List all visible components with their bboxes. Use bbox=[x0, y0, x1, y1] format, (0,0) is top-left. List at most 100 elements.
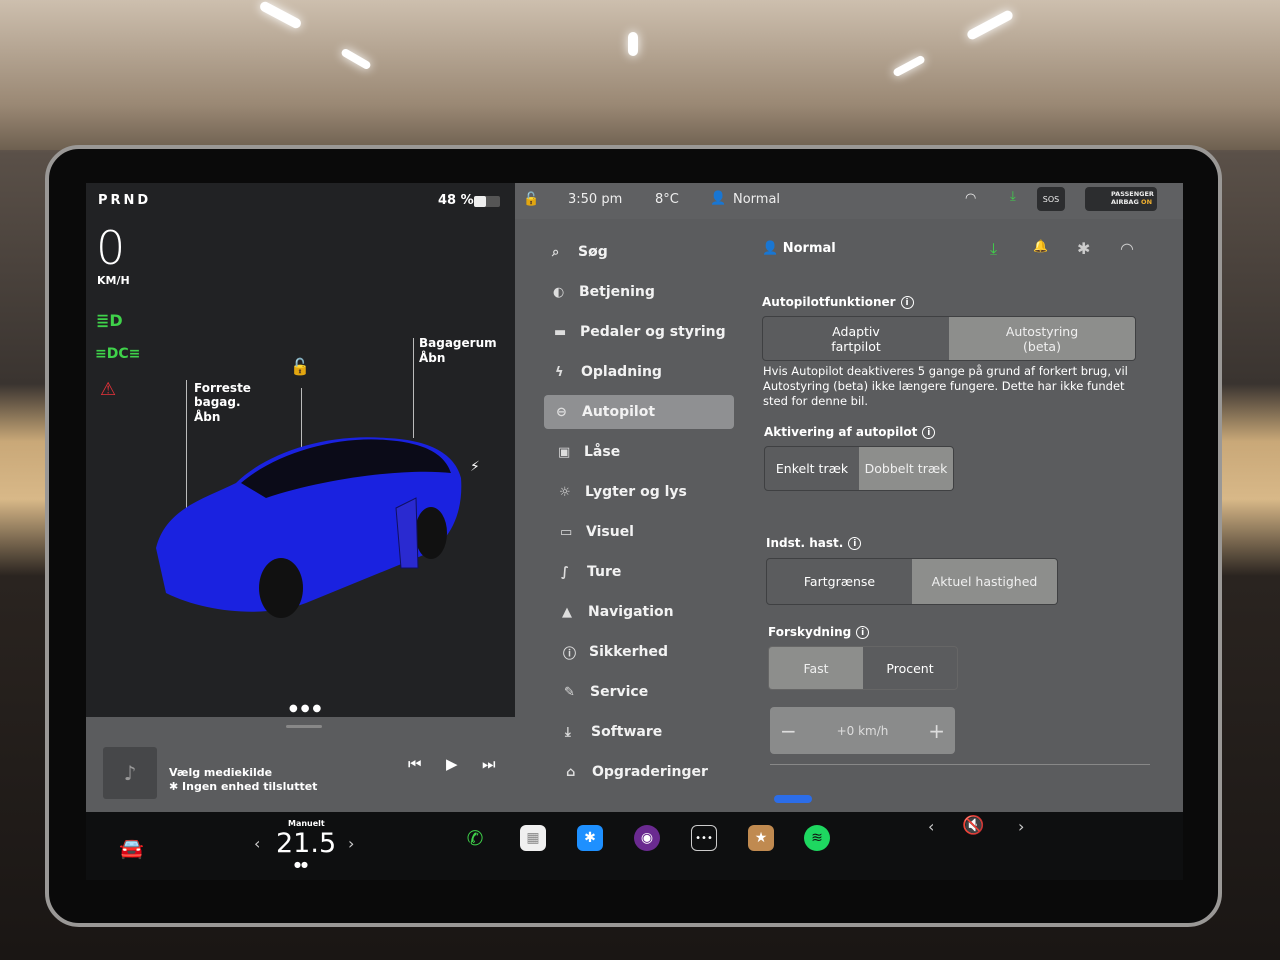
download-icon[interactable]: ⤓ bbox=[990, 239, 997, 259]
frunk-open-button[interactable]: Åbn bbox=[194, 410, 220, 424]
menu-item-pedaler-og-styring[interactable]: ▬ Pedaler og styring bbox=[542, 315, 732, 349]
climate-mode: Manuelt bbox=[288, 819, 325, 828]
volume-up-button[interactable]: › bbox=[1018, 817, 1024, 836]
speed-option[interactable]: Aktuel hastighed bbox=[912, 559, 1057, 604]
info-icon[interactable]: i bbox=[856, 626, 870, 639]
heading-text: Autopilotfunktioner bbox=[762, 295, 896, 309]
menu-item-søg[interactable]: ⌕ Søg bbox=[540, 235, 730, 269]
previous-track-icon[interactable]: ⏮ bbox=[408, 755, 422, 773]
spotify-icon[interactable]: ≋ bbox=[804, 825, 830, 851]
profile-name[interactable]: Normal bbox=[733, 192, 780, 207]
menu-item-label: Pedaler og styring bbox=[580, 324, 726, 340]
bluetooth-icon[interactable]: ✱ bbox=[1077, 239, 1090, 258]
autopilot-features-selector: Adaptiv fartpilot Autostyring (beta) bbox=[762, 316, 1136, 361]
calendar-icon[interactable]: ▦ bbox=[520, 825, 546, 851]
play-icon[interactable]: ▶ bbox=[446, 755, 458, 773]
airbag-line1: PASSENGER bbox=[1111, 190, 1154, 198]
heading-text: Aktivering af autopilot bbox=[764, 425, 918, 439]
menu-item-service[interactable]: ✎ Service bbox=[552, 675, 742, 709]
trunk-leader-line bbox=[413, 338, 414, 438]
features-option[interactable]: Autostyring (beta) bbox=[949, 317, 1135, 360]
download-icon[interactable]: ⤓ bbox=[1010, 189, 1016, 204]
sos-button[interactable]: SOS bbox=[1037, 187, 1065, 211]
offset-type-selector: Fast Procent bbox=[768, 646, 958, 690]
unlock-icon[interactable]: 🔓 bbox=[290, 357, 310, 376]
autopilot-features-heading: Autopilotfunktioner i bbox=[762, 295, 914, 309]
wifi-icon[interactable]: ◠ bbox=[1120, 239, 1134, 258]
profile-icon[interactable]: 👤 bbox=[710, 191, 726, 206]
wrench-icon: ✎ bbox=[564, 684, 575, 700]
seat-heater-icon[interactable]: ●● bbox=[294, 860, 308, 869]
autopilot-activation-heading: Aktivering af autopilot i bbox=[764, 425, 936, 439]
lock-status-icon[interactable]: 🔓 bbox=[523, 192, 539, 207]
toybox-icon[interactable]: ★ bbox=[748, 825, 774, 851]
heading-text: Forskydning bbox=[768, 625, 852, 639]
more-apps-icon[interactable]: ••• bbox=[691, 825, 717, 851]
toggle-switch[interactable] bbox=[774, 795, 812, 803]
page-dots[interactable]: ●●● bbox=[289, 703, 324, 714]
status-bar: 🔓 3:50 pm 8°C 👤 Normal ◠ ⤓ SOS PASSENGER… bbox=[515, 183, 1183, 219]
activation-option[interactable]: Dobbelt træk bbox=[859, 447, 953, 490]
lock-icon: ▣ bbox=[558, 444, 571, 460]
menu-item-låse[interactable]: ▣ Låse bbox=[546, 435, 736, 469]
menu-item-label: Ture bbox=[587, 564, 622, 580]
bluetooth-app-icon[interactable]: ✱ bbox=[577, 825, 603, 851]
music-note-icon[interactable]: ♪ bbox=[103, 747, 157, 799]
camera-app-icon[interactable]: ◉ bbox=[634, 825, 660, 851]
decrease-button[interactable]: − bbox=[780, 719, 797, 743]
menu-item-software[interactable]: ⤓ Software bbox=[553, 715, 743, 749]
menu-item-label: Lygter og lys bbox=[585, 484, 687, 500]
divider bbox=[770, 764, 1150, 765]
offset-option[interactable]: Fast bbox=[769, 647, 863, 689]
panel-profile[interactable]: 👤 Normal bbox=[762, 241, 836, 256]
menu-item-label: Software bbox=[591, 724, 663, 740]
menu-item-opgraderinger[interactable]: ⌂ Opgraderinger bbox=[554, 755, 744, 789]
increase-button[interactable]: + bbox=[928, 719, 945, 743]
charge-port-icon[interactable]: ⚡ bbox=[470, 459, 480, 475]
drag-handle[interactable] bbox=[286, 725, 322, 728]
menu-item-label: Opgraderinger bbox=[592, 764, 708, 780]
volume-down-button[interactable]: ‹ bbox=[928, 817, 934, 836]
temp-up-button[interactable]: › bbox=[348, 834, 354, 853]
toggle-icon: ◐ bbox=[553, 284, 565, 300]
activation-option[interactable]: Enkelt træk bbox=[765, 447, 859, 490]
mute-icon[interactable]: 🔇 bbox=[962, 815, 984, 836]
menu-item-label: Søg bbox=[578, 244, 608, 260]
navigation-icon: ▲ bbox=[562, 604, 572, 620]
safety-icon: ⓘ bbox=[563, 646, 577, 662]
next-track-icon[interactable]: ⏭ bbox=[482, 755, 496, 773]
bell-icon[interactable]: 🔔 bbox=[1033, 239, 1048, 253]
info-icon[interactable]: i bbox=[922, 426, 936, 439]
steering-wheel-icon: ⊖ bbox=[556, 404, 567, 420]
search-icon: ⌕ bbox=[552, 244, 560, 260]
car-icon[interactable]: 🚘 bbox=[119, 836, 144, 860]
menu-item-opladning[interactable]: ϟ Opladning bbox=[543, 355, 733, 389]
menu-item-ture[interactable]: ∫ Ture bbox=[549, 555, 739, 589]
menu-item-visuel[interactable]: ▭ Visuel bbox=[548, 515, 738, 549]
set-speed-selector: Fartgrænse Aktuel hastighed bbox=[766, 558, 1058, 605]
offset-option[interactable]: Procent bbox=[863, 647, 957, 689]
background-ceiling bbox=[0, 0, 1280, 150]
trunk-open-button[interactable]: Åbn bbox=[419, 351, 445, 365]
media-player: ♪ Vælg mediekilde ✱ Ingen enhed tilslutt… bbox=[86, 717, 520, 812]
temp-down-button[interactable]: ‹ bbox=[254, 834, 260, 853]
ceiling-lamp bbox=[628, 32, 638, 56]
media-source-title[interactable]: Vælg mediekilde bbox=[169, 766, 272, 779]
autopilot-warning-text: Hvis Autopilot deaktiveres 5 gange på gr… bbox=[763, 364, 1128, 408]
menu-item-sikkerhed[interactable]: ⓘ Sikkerhed bbox=[551, 635, 741, 669]
menu-item-lygter-og-lys[interactable]: ☼ Lygter og lys bbox=[547, 475, 737, 509]
speed-unit: KM/H bbox=[97, 274, 130, 287]
menu-item-betjening[interactable]: ◐ Betjening bbox=[541, 275, 731, 309]
cabin-temperature[interactable]: 21.5 bbox=[276, 828, 336, 859]
autopilot-activation-selector: Enkelt træk Dobbelt træk bbox=[764, 446, 954, 491]
features-option[interactable]: Adaptiv fartpilot bbox=[763, 317, 949, 360]
info-icon[interactable]: i bbox=[848, 537, 862, 550]
menu-item-autopilot[interactable]: ⊖ Autopilot bbox=[544, 395, 734, 429]
menu-item-navigation[interactable]: ▲ Navigation bbox=[550, 595, 740, 629]
info-icon[interactable]: i bbox=[900, 296, 914, 309]
menu-item-label: Autopilot bbox=[582, 404, 656, 420]
media-device-status: ✱ Ingen enhed tilsluttet bbox=[169, 780, 317, 793]
speed-option[interactable]: Fartgrænse bbox=[767, 559, 912, 604]
phone-icon[interactable]: ✆ bbox=[462, 825, 488, 851]
profile-icon: 👤 bbox=[762, 241, 783, 256]
